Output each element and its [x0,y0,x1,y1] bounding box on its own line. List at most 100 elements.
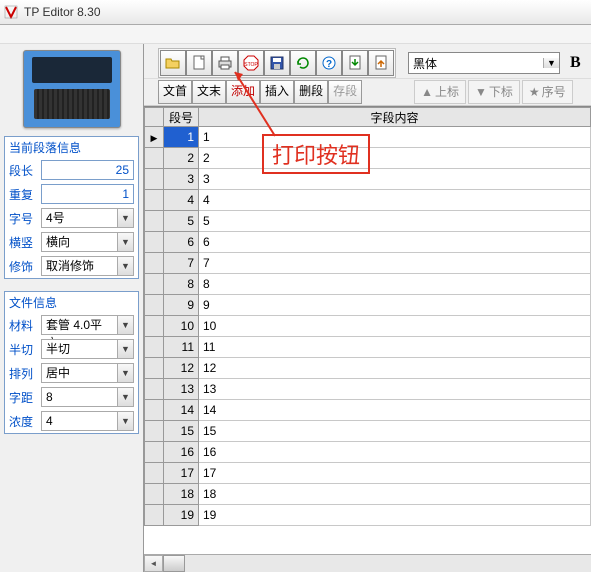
delete-segment-button[interactable]: 删段 [294,80,328,104]
content-cell[interactable]: 17 [199,463,591,484]
goto-start-button[interactable]: 文首 [158,80,192,104]
content-cell[interactable]: 14 [199,400,591,421]
segment-number-header[interactable]: 段号 [164,108,199,127]
table-row[interactable]: 44 [145,190,591,211]
import-button[interactable] [342,50,368,76]
paragraph-info-title: 当前段落信息 [5,137,138,158]
help-button[interactable]: ? [316,50,342,76]
content-cell[interactable]: 6 [199,232,591,253]
segment-number-cell[interactable]: 15 [164,421,199,442]
insert-button[interactable]: 插入 [260,80,294,104]
field-select[interactable]: 8▼ [41,387,134,407]
segment-number-cell[interactable]: 10 [164,316,199,337]
field-select[interactable]: 取消修饰▼ [41,256,134,276]
content-cell[interactable]: 5 [199,211,591,232]
refresh-button[interactable] [290,50,316,76]
segment-number-cell[interactable]: 8 [164,274,199,295]
open-button[interactable] [160,50,186,76]
export-button[interactable] [368,50,394,76]
save-segment-button[interactable]: 存段 [328,80,362,104]
new-button[interactable] [186,50,212,76]
segment-number-cell[interactable]: 17 [164,463,199,484]
field-select[interactable]: 4▼ [41,411,134,431]
table-row[interactable]: 1111 [145,337,591,358]
superscript-button[interactable]: ▲上标 [414,80,466,104]
field-label: 材料 [9,317,37,334]
table-row[interactable]: 88 [145,274,591,295]
content-cell[interactable]: 3 [199,169,591,190]
table-row[interactable]: 1616 [145,442,591,463]
bold-button[interactable]: B [570,54,581,72]
font-select[interactable]: 黑体 ▼ [408,52,560,74]
content-cell[interactable]: 8 [199,274,591,295]
file-info-title: 文件信息 [5,292,138,313]
segment-number-cell[interactable]: 16 [164,442,199,463]
field-select[interactable]: 半切▼ [41,339,134,359]
content-cell[interactable]: 7 [199,253,591,274]
horizontal-scrollbar[interactable]: ◄ [144,554,591,572]
sequence-button[interactable]: ★序号 [522,80,573,104]
content-cell[interactable]: 9 [199,295,591,316]
content-cell[interactable]: 2 [199,148,591,169]
subscript-button[interactable]: ▼下标 [468,80,520,104]
segment-number-cell[interactable]: 2 [164,148,199,169]
table-row[interactable]: 66 [145,232,591,253]
field-value[interactable]: 1 [41,184,134,204]
segment-number-cell[interactable]: 5 [164,211,199,232]
goto-end-button[interactable]: 文末 [192,80,226,104]
content-header[interactable]: 字段内容 [199,108,591,127]
scroll-left-icon[interactable]: ◄ [144,555,163,572]
table-row[interactable]: 1010 [145,316,591,337]
segment-number-cell[interactable]: 3 [164,169,199,190]
row-marker [145,295,164,316]
table-row[interactable]: 1818 [145,484,591,505]
content-cell[interactable]: 15 [199,421,591,442]
field-label: 半切 [9,341,37,358]
content-cell[interactable]: 12 [199,358,591,379]
row-marker [145,421,164,442]
content-cell[interactable]: 1 [199,127,591,148]
content-cell[interactable]: 10 [199,316,591,337]
content-cell[interactable]: 11 [199,337,591,358]
stop-button[interactable]: STOP [238,50,264,76]
content-cell[interactable]: 19 [199,505,591,526]
segment-number-cell[interactable]: 9 [164,295,199,316]
content-cell[interactable]: 13 [199,379,591,400]
segment-number-cell[interactable]: 4 [164,190,199,211]
field-label: 字距 [9,389,37,406]
field-select[interactable]: 横向▼ [41,232,134,252]
segment-number-cell[interactable]: 11 [164,337,199,358]
segment-number-cell[interactable]: 12 [164,358,199,379]
segment-number-cell[interactable]: 7 [164,253,199,274]
content-cell[interactable]: 16 [199,442,591,463]
table-row[interactable]: 55 [145,211,591,232]
scroll-thumb[interactable] [163,555,185,572]
field-select[interactable]: 4号▼ [41,208,134,228]
print-button[interactable] [212,50,238,76]
chevron-down-icon: ▼ [117,364,133,382]
table-row[interactable]: 1515 [145,421,591,442]
table-row[interactable]: 99 [145,295,591,316]
content-cell[interactable]: 18 [199,484,591,505]
segment-number-cell[interactable]: 1 [164,127,199,148]
segment-number-cell[interactable]: 18 [164,484,199,505]
add-button[interactable]: 添加 [226,80,260,104]
segment-number-cell[interactable]: 14 [164,400,199,421]
content-cell[interactable]: 4 [199,190,591,211]
row-marker [145,274,164,295]
field-select[interactable]: 居中▼ [41,363,134,383]
table-row[interactable]: 1717 [145,463,591,484]
table-row[interactable]: 1313 [145,379,591,400]
app-logo-icon [4,5,18,19]
table-row[interactable]: 1212 [145,358,591,379]
field-label: 段长 [9,162,37,179]
segment-number-cell[interactable]: 13 [164,379,199,400]
field-value[interactable]: 25 [41,160,134,180]
field-select[interactable]: 套管 4.0平方▼ [41,315,134,335]
segment-number-cell[interactable]: 19 [164,505,199,526]
table-row[interactable]: 77 [145,253,591,274]
table-row[interactable]: 1414 [145,400,591,421]
table-row[interactable]: 1919 [145,505,591,526]
save-button[interactable] [264,50,290,76]
segment-number-cell[interactable]: 6 [164,232,199,253]
